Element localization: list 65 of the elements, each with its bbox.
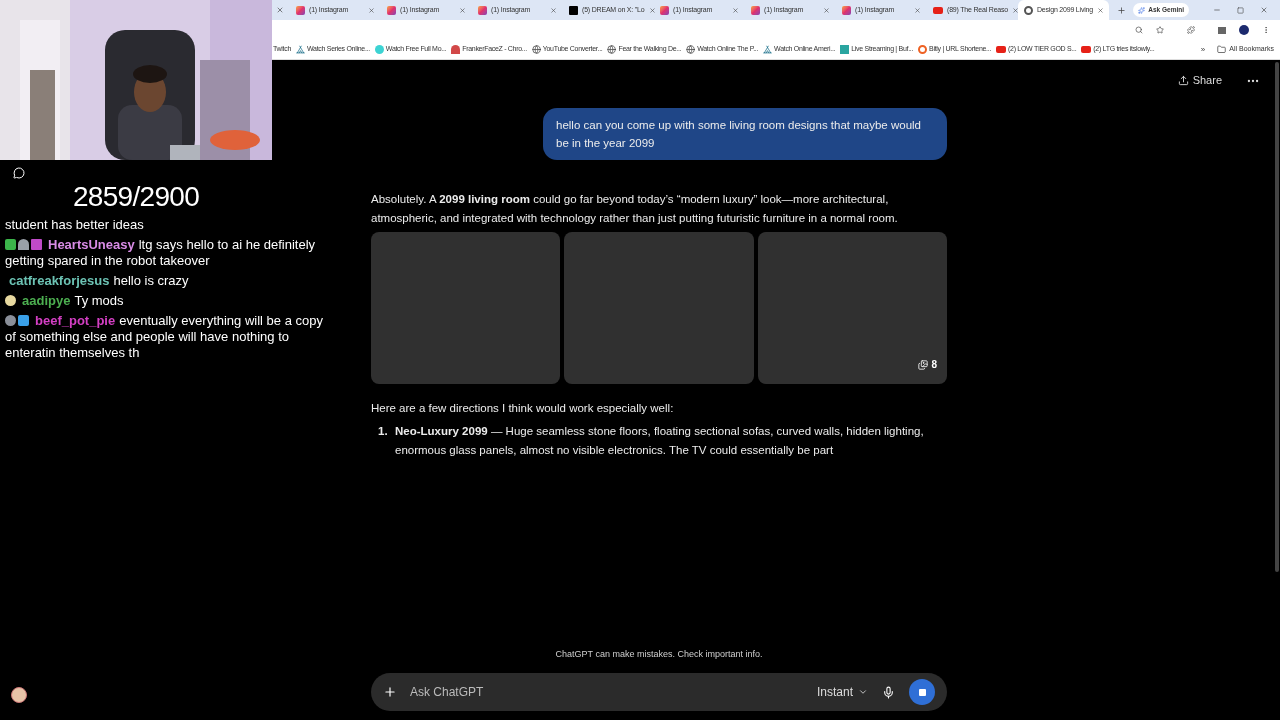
chat-message: student has better ideas bbox=[5, 217, 145, 233]
instagram-icon bbox=[842, 5, 851, 15]
globe-icon bbox=[686, 45, 696, 54]
list-number: 1. bbox=[377, 424, 389, 439]
microphone-icon[interactable] bbox=[882, 685, 895, 699]
x-logo-icon bbox=[569, 5, 578, 15]
minimize-icon[interactable] bbox=[1213, 6, 1221, 14]
chevron-icon bbox=[858, 687, 868, 697]
extensions-icon[interactable] bbox=[1187, 26, 1195, 34]
chat-username: beef_pot_pie bbox=[35, 313, 116, 328]
image-count[interactable]: 8 bbox=[918, 355, 937, 374]
close-icon[interactable] bbox=[1096, 6, 1104, 14]
close-icon[interactable] bbox=[550, 6, 557, 14]
play-icon bbox=[933, 6, 943, 14]
globe-icon bbox=[607, 45, 617, 54]
maximize-icon[interactable] bbox=[1237, 6, 1244, 14]
instagram-icon bbox=[660, 5, 669, 15]
assistant-paragraph: Absolutely. A 2099 living room could go far beyond today’s “modern luxury” look—more architectural, atmospheric, and integrated with technology rather than just putting futuristic furniture in a normal room. bbox=[371, 192, 899, 226]
chat-username: HeartsUneasy bbox=[48, 237, 135, 252]
close-icon[interactable] bbox=[1260, 6, 1268, 14]
zoom-icon[interactable] bbox=[1135, 26, 1143, 34]
chat-bubble-icon bbox=[13, 167, 25, 179]
chat-username: aadipye bbox=[22, 293, 71, 308]
instagram-icon bbox=[387, 5, 396, 15]
chat-message: beef_pot_pie eventually everything will be a copy of something else and people will have nothing to enteratin themselves th bbox=[5, 313, 324, 361]
prompt-field[interactable]: Ask ChatGPT Instant bbox=[371, 673, 947, 711]
close-icon[interactable] bbox=[648, 6, 656, 14]
play-icon bbox=[996, 46, 1007, 53]
new-tab-icon[interactable] bbox=[1117, 5, 1126, 15]
globe-icon bbox=[531, 45, 541, 54]
user-message: hello can you come up with some living room designs that maybe would be in the year 2099 bbox=[543, 108, 947, 160]
play-icon bbox=[1081, 46, 1092, 53]
stop-button[interactable] bbox=[909, 679, 935, 705]
mode-dropdown[interactable]: Instant bbox=[816, 683, 868, 701]
close-icon[interactable] bbox=[368, 6, 375, 14]
menu-icon[interactable] bbox=[1262, 26, 1270, 34]
sparkle-icon bbox=[1138, 6, 1146, 14]
close-icon[interactable] bbox=[1012, 6, 1020, 14]
counter: 2859/2900 bbox=[71, 183, 201, 211]
list-item-text: Neo-Luxury 2099 — Huge seamless stone floors, floating sectional sofas, curved walls, hidden lighting, enormous glass panels, almost no visible electronics. The TV could essentially be part bbox=[395, 424, 925, 458]
avatar-icon bbox=[11, 687, 27, 703]
images-icon bbox=[918, 359, 929, 370]
disclaimer: ChatGPT can make mistakes. Check important info. bbox=[554, 647, 764, 661]
instagram-icon bbox=[296, 5, 305, 15]
plus-icon[interactable] bbox=[383, 685, 397, 699]
chat-message: aadipye Ty mods bbox=[5, 293, 335, 309]
chat-username: catfreakforjesus bbox=[9, 273, 110, 288]
tent-icon bbox=[296, 45, 306, 54]
share-button[interactable]: Share bbox=[1177, 72, 1222, 89]
close-icon[interactable] bbox=[732, 6, 739, 14]
close-icon[interactable] bbox=[459, 6, 466, 14]
close-icon[interactable] bbox=[914, 6, 921, 14]
chat-message: catfreakforjesus hello is crazy bbox=[8, 273, 190, 289]
share-icon bbox=[1177, 75, 1189, 86]
close-icon[interactable] bbox=[823, 6, 830, 14]
instagram-icon bbox=[478, 5, 487, 15]
instagram-icon bbox=[751, 5, 760, 15]
tent-icon bbox=[763, 45, 773, 54]
folder-icon[interactable] bbox=[1217, 45, 1227, 54]
star-icon[interactable] bbox=[1156, 26, 1164, 34]
more-bookmarks[interactable]: » bbox=[1200, 43, 1206, 56]
avatar-icon[interactable] bbox=[1239, 25, 1249, 35]
assistant-paragraph: Here are a few directions I think would work especially well: bbox=[371, 401, 675, 416]
image-placeholder[interactable]: 8 bbox=[757, 232, 947, 384]
close-icon[interactable] bbox=[276, 6, 284, 14]
